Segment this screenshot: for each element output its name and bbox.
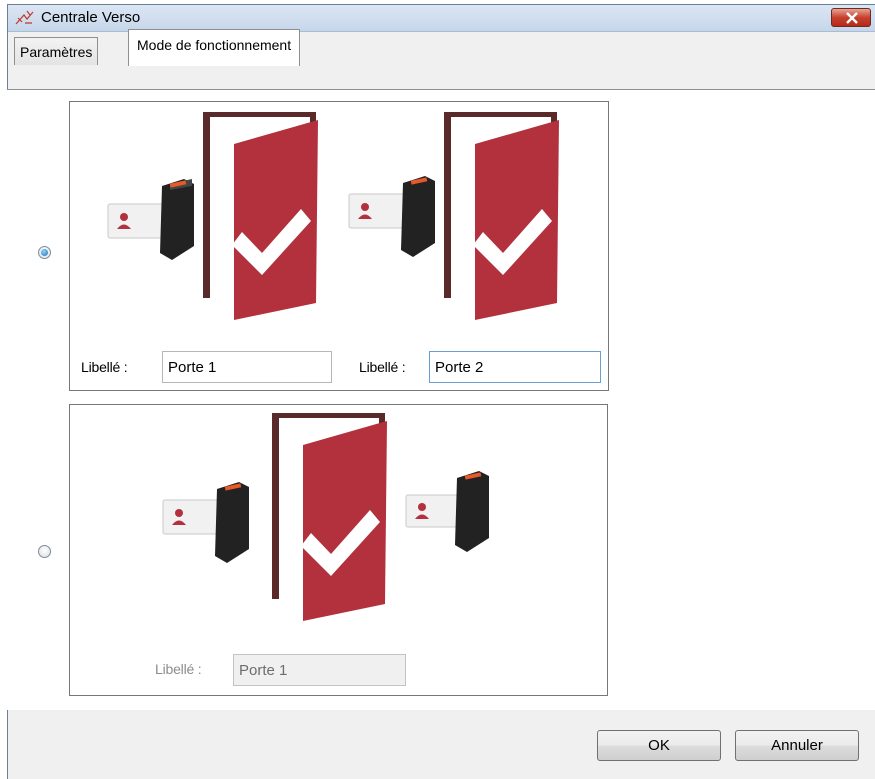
close-icon (846, 12, 858, 24)
ok-button[interactable]: OK (597, 730, 721, 761)
option-two-doors-panel[interactable]: Libellé : Libellé : (69, 101, 609, 391)
door-check-icon (301, 421, 387, 621)
door-2-name-input[interactable] (429, 351, 601, 383)
badge-card-icon (162, 499, 226, 535)
tab-parametres[interactable]: Paramètres (14, 37, 99, 65)
door-reader-illustration (107, 112, 318, 320)
title-bar[interactable]: Centrale Verso (8, 5, 875, 32)
door-2-label: Libellé : (359, 359, 406, 375)
door-1-name-input[interactable] (162, 351, 332, 383)
door-name-input[interactable] (233, 654, 406, 686)
door-check-icon (473, 120, 559, 320)
tab-mode-de-fonctionnement[interactable]: Mode de fonctionnement (128, 29, 301, 66)
door-check-icon (232, 120, 318, 320)
option-two-doors-radio[interactable] (38, 246, 51, 259)
close-button[interactable] (831, 8, 871, 27)
app-icon (15, 10, 34, 25)
door-1-label: Libellé : (81, 359, 128, 375)
card-reader-icon (160, 179, 194, 260)
card-reader-icon (455, 471, 489, 552)
card-reader-icon (401, 176, 435, 257)
cancel-button[interactable]: Annuler (735, 730, 859, 761)
option-one-door-radio[interactable] (38, 545, 51, 558)
door-two-readers-illustration (162, 413, 489, 621)
door-reader-illustration (348, 112, 559, 320)
window-title: Centrale Verso (41, 9, 141, 26)
door-label: Libellé : (155, 661, 202, 677)
card-reader-icon (215, 482, 249, 563)
badge-card-icon (348, 193, 412, 229)
option-one-door-panel[interactable]: Libellé : (69, 404, 608, 696)
